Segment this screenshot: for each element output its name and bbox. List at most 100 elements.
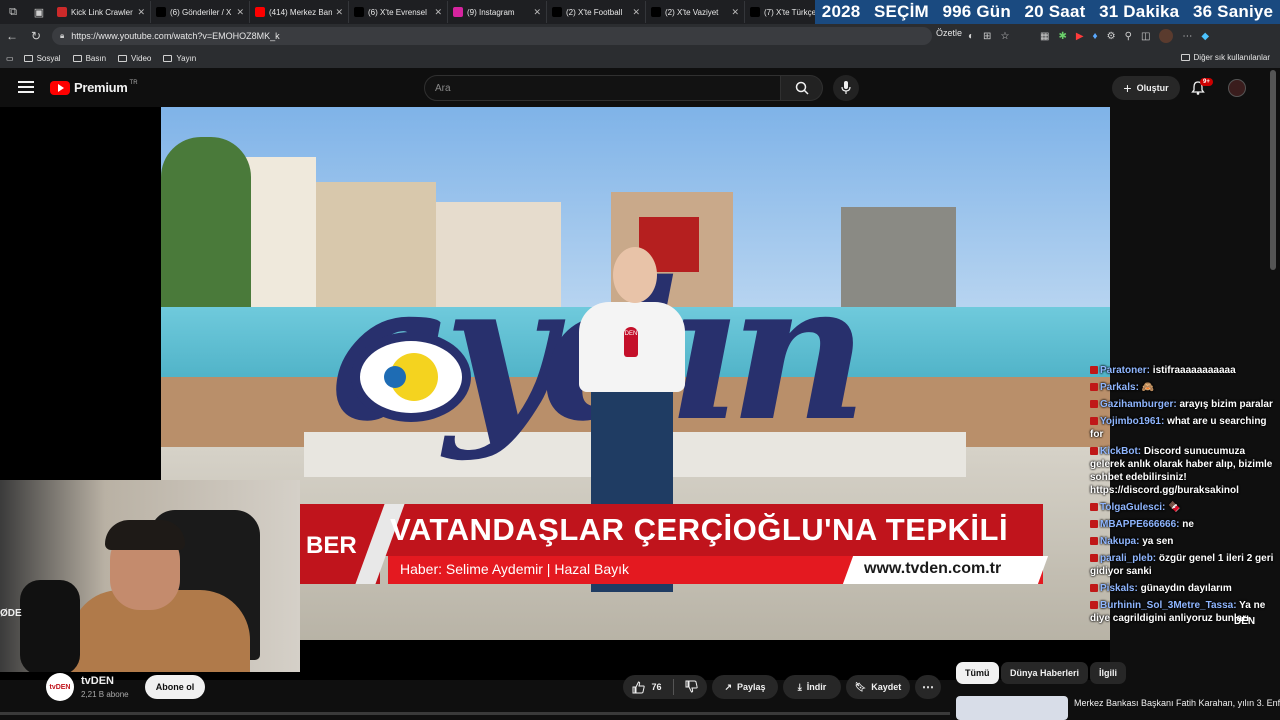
chat-username[interactable]: Yojimbo1961:	[1100, 416, 1164, 427]
chat-text: istifraaaaaaaaaaa	[1152, 365, 1236, 376]
plus-icon: +	[1123, 80, 1132, 96]
bookmarks-menu-icon[interactable]: ▭	[6, 54, 14, 63]
bookmark-folder[interactable]: Basın	[72, 54, 106, 63]
youtube-premium-logo[interactable]: Premium TR	[50, 80, 138, 95]
close-tab-icon[interactable]: ✕	[434, 7, 442, 18]
favorite-star-icon[interactable]: ☆	[1000, 31, 1009, 42]
chat-text: ya sen	[1142, 536, 1174, 547]
chat-badge-icon	[1090, 503, 1098, 512]
share-icon: ↗	[724, 681, 732, 692]
chat-message: Yojimbo1961: what are u searching for	[1090, 415, 1280, 441]
browser-tab[interactable]: x-icon (2) X'te Vaziyet ✕	[646, 1, 745, 23]
channel-name[interactable]: tvDEN	[81, 675, 114, 687]
split-screen-icon[interactable]: ◫	[1141, 31, 1150, 42]
chat-badge-icon	[1090, 601, 1098, 610]
recommendation-thumbnail[interactable]	[956, 696, 1068, 720]
extension-color-icon[interactable]: ✱	[1058, 31, 1066, 42]
share-button[interactable]: ↗ Paylaş	[712, 675, 778, 699]
address-actions: ◐ ⊞ ☆	[968, 26, 1009, 46]
folder-icon	[1180, 54, 1190, 61]
dislike-button[interactable]	[685, 680, 698, 695]
chat-username[interactable]: KickBot:	[1100, 446, 1141, 457]
browser-tab[interactable]: x-icon (2) X'te Football ✕	[547, 1, 646, 23]
chat-text: 🙈	[1141, 382, 1155, 393]
video-progress-bar[interactable]	[0, 712, 950, 715]
summarize-button[interactable]: Özetle	[936, 28, 962, 38]
like-button[interactable]: 76	[632, 680, 662, 694]
reload-icon[interactable]: ↻	[24, 24, 48, 48]
chat-username[interactable]: Gazihamburger:	[1100, 399, 1177, 410]
chat-username[interactable]: Piskals:	[1100, 583, 1138, 594]
chat-badge-icon	[1090, 447, 1098, 456]
election-countdown: 2028 SEÇİM 996 Gün 20 Saat 31 Dakika 36 …	[815, 0, 1280, 24]
bookmark-folder[interactable]: Sosyal	[23, 54, 61, 63]
more-actions-button[interactable]: ⋯	[915, 675, 941, 699]
chat-message: Nakupa: ya sen	[1090, 535, 1280, 548]
search-button[interactable]	[781, 75, 823, 101]
thumbs-down-icon	[685, 680, 698, 693]
bookmark-folder[interactable]: Video	[118, 54, 151, 63]
workspaces-icon[interactable]: ⧉	[0, 0, 26, 24]
translate-icon[interactable]: ◐	[968, 31, 974, 42]
recommendation-title[interactable]: Merkez Bankası Başkanı Fatih Karahan, yı…	[1074, 698, 1280, 708]
tab-actions-icon[interactable]: ▣	[26, 0, 52, 24]
bookmark-folder[interactable]: Yayın	[163, 54, 196, 63]
subscribe-button[interactable]: Abone ol	[145, 675, 205, 699]
chat-text: ne	[1182, 519, 1194, 530]
page-scrollbar[interactable]	[1270, 70, 1276, 270]
chat-username[interactable]: Burhinin_Sol_3Metre_Tassa:	[1100, 600, 1237, 611]
close-tab-icon[interactable]: ✕	[533, 7, 541, 18]
extension-youtube-icon[interactable]: ▶	[1076, 31, 1084, 42]
create-button[interactable]: + Oluştur	[1112, 76, 1180, 100]
channel-avatar[interactable]: tvDEN	[46, 673, 74, 701]
chat-username[interactable]: parali_pleb:	[1100, 553, 1156, 564]
copilot-icon[interactable]: ◆	[1201, 31, 1209, 42]
url-field[interactable]: 🔒︎ https://www.youtube.com/watch?v=EMOHO…	[52, 27, 932, 45]
account-avatar[interactable]	[1228, 79, 1246, 97]
profile-avatar-icon[interactable]	[1159, 29, 1174, 43]
webcam-mic-brand: ØDE	[0, 608, 22, 619]
save-button[interactable]: 🔖︎ Kaydet	[846, 675, 910, 699]
news-lower-third: BER VATANDAŞLAR ÇERÇİOĞLU'NA TEPKİLİ Hab…	[300, 504, 1049, 584]
chat-text: arayış bizim paralar	[1179, 399, 1273, 410]
chat-badge-icon	[1090, 584, 1098, 593]
other-bookmarks[interactable]: Diğer sık kullanılanlar	[1180, 53, 1270, 62]
close-tab-icon[interactable]: ✕	[632, 7, 640, 18]
close-tab-icon[interactable]: ✕	[335, 7, 343, 18]
chip-world-news[interactable]: Dünya Haberleri	[1001, 662, 1089, 684]
voice-search-button[interactable]	[833, 75, 859, 101]
chat-username[interactable]: Nakupa:	[1100, 536, 1139, 547]
close-tab-icon[interactable]: ✕	[236, 7, 244, 18]
chat-badge-icon	[1090, 537, 1098, 546]
extension-drop-icon[interactable]: ♦	[1093, 31, 1098, 42]
browser-tab[interactable]: youtube-icon (414) Merkez Bankası✕	[250, 1, 349, 23]
chat-username[interactable]: TolgaGulesci:	[1100, 502, 1165, 513]
countdown-days: 996 Gün	[942, 2, 1011, 21]
chat-message: TolgaGulesci: 🍫	[1090, 501, 1280, 514]
extension-pin-icon[interactable]: ⚲	[1125, 31, 1132, 42]
chip-related[interactable]: İlgili	[1090, 662, 1126, 684]
apps-icon[interactable]: ⊞	[983, 31, 991, 42]
close-tab-icon[interactable]: ✕	[731, 7, 739, 18]
site-info-icon[interactable]: 🔒︎	[60, 31, 64, 41]
guide-menu-icon[interactable]	[18, 81, 34, 93]
youtube-icon: youtube-icon	[255, 7, 265, 17]
back-icon[interactable]: ←	[0, 24, 24, 48]
url-text: https://www.youtube.com/watch?v=EMOHOZ8M…	[71, 31, 280, 41]
extension-puzzle-icon[interactable]: ⚙	[1107, 31, 1116, 42]
chat-username[interactable]: Parkals:	[1100, 382, 1139, 393]
tab-title: (6) X'te Evrensel	[368, 7, 427, 17]
chat-username[interactable]: MBAPPE666666:	[1100, 519, 1179, 530]
search-input[interactable]: Ara	[424, 75, 781, 101]
browser-tab[interactable]: instagram-icon (9) Instagram ✕	[448, 1, 547, 23]
chip-all[interactable]: Tümü	[956, 662, 999, 684]
chat-username[interactable]: Paratoner:	[1100, 365, 1150, 376]
menu-more-icon[interactable]: ⋯	[1182, 31, 1192, 42]
extension-grid-icon[interactable]: ▦	[1040, 31, 1049, 42]
browser-tab[interactable]: x-icon (6) X'te Evrensel ✕	[349, 1, 448, 23]
browser-tab[interactable]: x-icon (6) Gönderiler / X ✕	[151, 1, 250, 23]
close-tab-icon[interactable]: ✕	[137, 7, 145, 18]
browser-tab[interactable]: kick-icon Kick Link Crawler ✕	[52, 1, 151, 23]
video-reporter-head	[613, 247, 657, 303]
download-button[interactable]: ⤓ İndir	[783, 675, 841, 699]
